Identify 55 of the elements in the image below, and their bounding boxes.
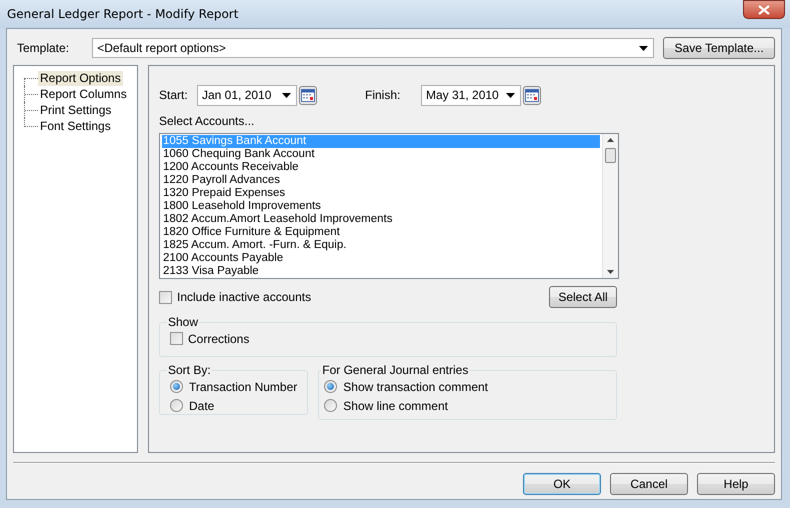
- start-date-field[interactable]: Jan 01, 2010: [197, 84, 297, 106]
- list-item[interactable]: 1825 Accum. Amort. -Furn. & Equip.: [162, 239, 600, 252]
- list-item[interactable]: 2100 Accounts Payable: [162, 252, 600, 265]
- checkbox-label: Corrections: [188, 332, 250, 346]
- caret-icon: [282, 92, 291, 98]
- list-item[interactable]: 1820 Office Furniture & Equipment: [162, 226, 600, 239]
- list-item[interactable]: 1060 Chequing Bank Account: [162, 148, 600, 161]
- radio-label: Show transaction comment: [343, 380, 488, 394]
- tree-item[interactable]: Report Options: [38, 70, 123, 86]
- calendar-button[interactable]: [523, 86, 541, 104]
- dialog-button[interactable]: OK: [523, 473, 601, 495]
- calendar-button[interactable]: [299, 86, 317, 104]
- radio-button[interactable]: [170, 380, 183, 393]
- close-icon: [758, 4, 770, 14]
- calendar-icon: [525, 88, 539, 102]
- tree-item[interactable]: Font Settings: [38, 118, 113, 134]
- save-template-button[interactable]: Save Template...: [663, 37, 776, 59]
- checkbox[interactable]: [170, 332, 183, 345]
- radio-button[interactable]: [324, 399, 338, 412]
- radio-label: Date: [189, 398, 214, 412]
- group-title: For General Journal entries: [321, 363, 470, 377]
- list-item[interactable]: 1802 Accum.Amort Leasehold Improvements: [162, 213, 600, 226]
- select-all-button[interactable]: Select All: [549, 286, 617, 308]
- scroll-thumb[interactable]: [605, 148, 616, 163]
- start-label: Start:: [159, 88, 189, 102]
- dialog-button[interactable]: Help: [697, 473, 775, 495]
- calendar-icon: [301, 88, 315, 102]
- close-button[interactable]: [743, 0, 785, 19]
- radio-label: Transaction Number: [189, 380, 298, 394]
- caret-icon: [639, 46, 648, 50]
- checkbox[interactable]: [159, 290, 172, 304]
- list-item[interactable]: 1320 Prepaid Expenses: [162, 187, 600, 200]
- tree-item[interactable]: Print Settings: [38, 102, 114, 118]
- group-title: Show: [167, 315, 200, 329]
- finish-date-field[interactable]: May 31, 2010: [421, 84, 521, 106]
- tree-item[interactable]: Report Columns: [38, 86, 129, 102]
- radio-label: Show line comment: [343, 398, 448, 412]
- template-dropdown[interactable]: <Default report options>: [92, 38, 654, 58]
- scrollbar[interactable]: [602, 134, 618, 278]
- group-title: Sort By:: [167, 363, 212, 377]
- radio-button[interactable]: [324, 380, 338, 393]
- scroll-up-icon: [607, 138, 614, 142]
- caret-icon: [506, 92, 515, 98]
- list-item[interactable]: 1220 Payroll Advances: [162, 174, 600, 187]
- scroll-down-icon: [607, 270, 614, 274]
- checkbox-label: Include inactive accounts: [177, 290, 312, 304]
- template-label: Template:: [16, 41, 70, 55]
- list-item[interactable]: 2133 Visa Payable: [162, 265, 600, 278]
- list-item[interactable]: 1800 Leasehold Improvements: [162, 200, 600, 213]
- radio-button[interactable]: [170, 399, 183, 412]
- window-title: General Ledger Report - Modify Report: [7, 7, 238, 21]
- dialog-button[interactable]: Cancel: [610, 473, 688, 495]
- finish-label: Finish:: [365, 88, 402, 102]
- select-accounts-label: Select Accounts...: [159, 114, 256, 130]
- list-item[interactable]: 1200 Accounts Receivable: [162, 161, 600, 174]
